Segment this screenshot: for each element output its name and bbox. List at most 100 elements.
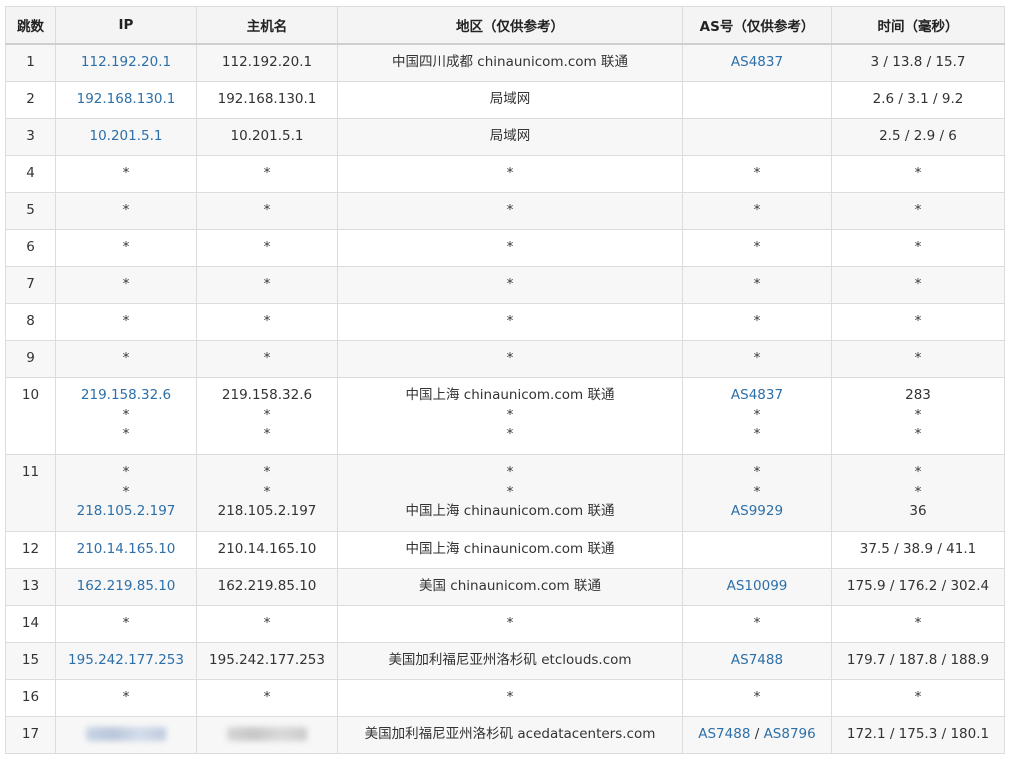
ip-link[interactable]: 218.105.2.197 [77,503,176,519]
region-cell: * [337,340,683,378]
ip-line: 112.192.20.1 [56,53,196,73]
as-cell: * [682,303,832,341]
region-cell: 中国上海 chinaunicom.com 联通 * * [337,377,683,455]
as-cell: * [682,679,832,717]
column-header-as: AS号（仅供参考） [682,6,832,45]
as-line: * [683,349,831,369]
as-number-link[interactable]: AS9929 [731,503,783,519]
hop-cell: 2 [5,81,56,119]
table-row: 14 * * * * * [5,605,1005,643]
region-line: * [338,688,682,708]
ip-cell: 10.201.5.1 [55,118,197,156]
as-cell: AS10099 [682,568,832,606]
time-line: * [832,614,1004,634]
hop-cell: 16 [5,679,56,717]
hostname-line: * [197,275,337,295]
as-cell: AS4837 [682,43,832,82]
time-line: * [832,463,1004,483]
hop-number: 4 [26,165,35,182]
as-number-link[interactable]: AS8796 [764,726,816,742]
time-line: * [832,425,1004,445]
as-number-link[interactable]: AS4837 [731,387,783,403]
ip-cell: * [55,266,197,304]
hostname-cell: * * 218.105.2.197 [196,454,338,532]
as-line: * [683,201,831,221]
as-line: * [683,312,831,332]
as-cell: * [682,340,832,378]
no-response-marker: * [122,615,130,632]
ip-link[interactable]: 162.219.85.10 [77,578,176,594]
time-cell: 2.6 / 3.1 / 9.2 [831,81,1005,119]
hostname-line: 219.158.32.6 [197,386,337,406]
hostname-line: * [197,425,337,445]
hop-number: 5 [26,202,35,219]
no-response-marker: * [506,202,514,219]
as-line: * [683,275,831,295]
as-line [683,540,831,560]
hostname-line: 112.192.20.1 [197,53,337,73]
region-text: 中国上海 chinaunicom.com 联通 [405,387,615,403]
time-cell: * [831,155,1005,193]
ip-line: * [56,483,196,503]
region-text: 局域网 [489,128,531,145]
time-cell: * [831,266,1005,304]
time-line: 179.7 / 187.8 / 188.9 [832,651,1004,671]
ip-link[interactable]: 195.242.177.253 [68,652,184,668]
as-line: * [683,614,831,634]
time-line: * [832,349,1004,369]
time-line: * [832,238,1004,258]
ip-cell: 210.14.165.10 [55,531,197,569]
latency-text: 3 / 13.8 / 15.7 [870,54,966,71]
no-response-marker: * [122,350,130,367]
time-line: * [832,312,1004,332]
as-number-link[interactable]: AS10099 [727,578,788,594]
ip-link[interactable]: 219.158.32.6 [81,387,171,403]
no-response-marker: * [263,276,271,293]
hop-number: 10 [21,387,40,403]
latency-text: 36 [909,503,927,519]
hostname-line: * [197,688,337,708]
table-row: 16 * * * * * [5,679,1005,717]
region-cell: * * 中国上海 chinaunicom.com 联通 [337,454,683,532]
no-response-marker: * [753,406,761,423]
no-response-marker: * [506,483,514,500]
as-cell: * [682,155,832,193]
region-line: 中国上海 chinaunicom.com 联通 [338,386,682,406]
as-number-link[interactable]: AS7488 [698,726,750,742]
hostname-text: 192.168.130.1 [217,91,317,108]
region-text: 美国加利福尼亚州洛杉矶 acedatacenters.com [364,726,656,743]
traceroute-results: 跳数 IP 主机名 地区（仅供参考） AS号（仅供参考） 时间（毫秒） 1 112… [5,6,1005,754]
ip-link[interactable]: 112.192.20.1 [81,54,171,70]
as-number-link[interactable]: AS7488 [731,652,783,668]
hostname-line: * [197,312,337,332]
as-number-link[interactable]: AS4837 [731,54,783,70]
time-line: 37.5 / 38.9 / 41.1 [832,540,1004,560]
region-line: 美国加利福尼亚州洛杉矶 acedatacenters.com [338,725,682,745]
hop-cell: 11 [5,454,56,532]
ip-link[interactable]: 10.201.5.1 [90,128,163,144]
no-response-marker: * [914,350,922,367]
hop-cell: 4 [5,155,56,193]
hop-number: 13 [21,578,40,595]
time-line: 3 / 13.8 / 15.7 [832,53,1004,73]
hostname-cell: * [196,340,338,378]
ip-line: * [56,275,196,295]
no-response-marker: * [122,276,130,293]
no-response-marker: * [263,350,271,367]
no-response-marker: * [263,202,271,219]
hop-cell: 8 [5,303,56,341]
region-line: 中国上海 chinaunicom.com 联通 [338,540,682,560]
ip-link[interactable]: 192.168.130.1 [77,91,176,107]
hop-cell: 17 [5,716,56,754]
hostname-cell: 10.201.5.1 [196,118,338,156]
ip-link[interactable]: 210.14.165.10 [77,541,176,557]
hostname-text: 218.105.2.197 [217,503,317,519]
region-line: 美国加利福尼亚州洛杉矶 etclouds.com [338,651,682,671]
region-line: 中国四川成都 chinaunicom.com 联通 [338,53,682,73]
region-line: 局域网 [338,127,682,147]
region-line: * [338,483,682,503]
as-line: * [683,164,831,184]
table-row: 4 * * * * * [5,155,1005,193]
as-line: AS10099 [683,577,831,597]
time-cell: * [831,229,1005,267]
